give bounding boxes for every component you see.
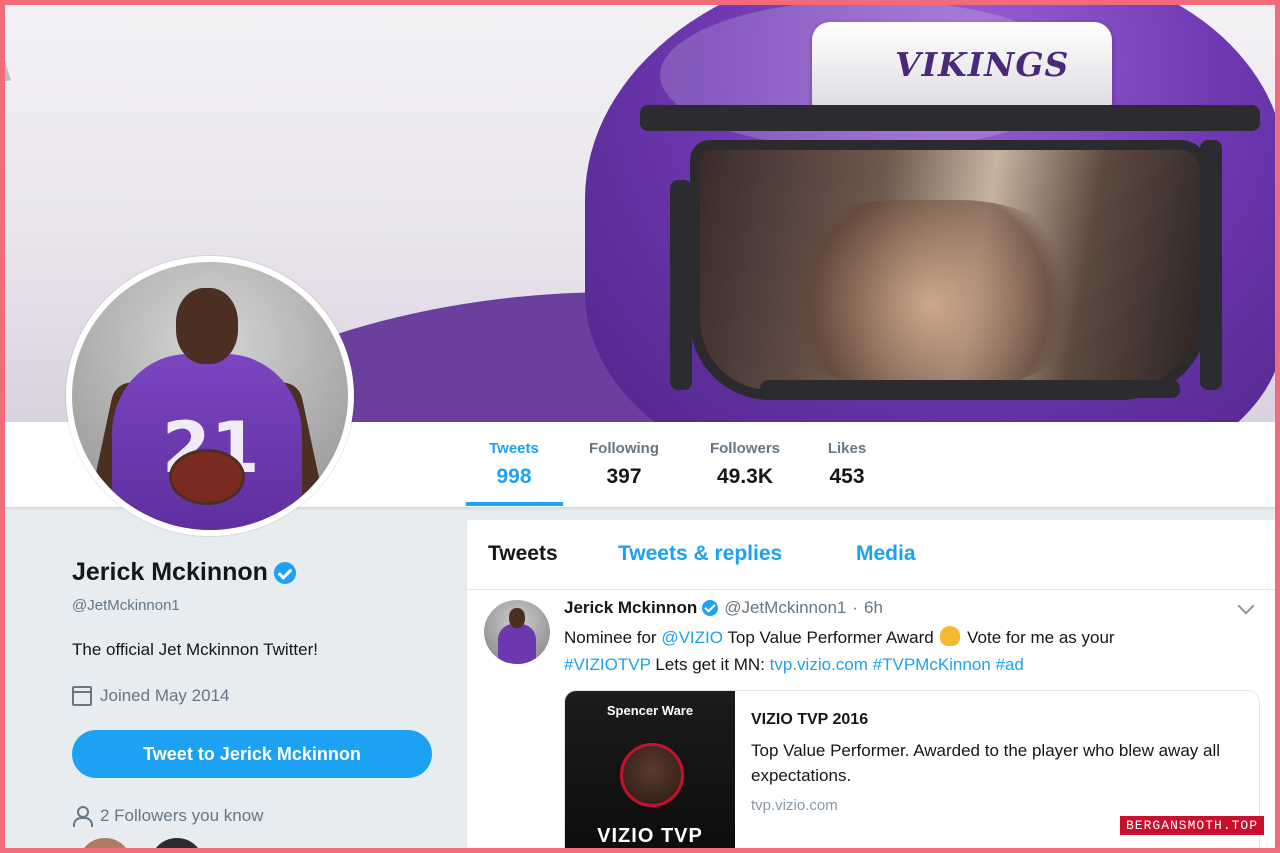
tweet-avatar[interactable] — [484, 600, 550, 664]
tweet-avatar-jersey — [498, 624, 536, 664]
stat-likes[interactable]: Likes 453 — [818, 440, 876, 489]
stat-label: Tweets — [489, 440, 539, 457]
tweet-hashtag-link[interactable]: #ad — [996, 655, 1024, 674]
tab-media[interactable]: Media — [856, 542, 916, 566]
helmet-logo-text: VIKINGS — [895, 45, 1070, 84]
tweet-url-link[interactable]: tvp.vizio.com — [770, 655, 868, 674]
stat-tweets[interactable]: Tweets 998 — [476, 440, 552, 489]
tab-tweets-replies[interactable]: Tweets & replies — [618, 542, 782, 566]
profile-bio: The official Jet Mckinnon Twitter! — [72, 640, 318, 659]
tweet-text-segment: Top Value Performer Award — [722, 628, 939, 647]
stat-followers[interactable]: Followers 49.3K — [700, 440, 790, 489]
tweet-text-segment: Lets get it MN: — [650, 655, 770, 674]
facemask-bar — [640, 105, 1260, 131]
facemask-bar — [670, 180, 692, 390]
clap-emoji-icon — [940, 626, 961, 646]
stat-value: 49.3K — [716, 465, 774, 488]
calendar-icon — [72, 686, 92, 706]
card-image-name: Spencer Ware — [606, 703, 694, 718]
tweet-text: Nominee for @VIZIO Top Value Performer A… — [564, 624, 1254, 678]
card-description: Top Value Performer. Awarded to the play… — [751, 741, 1221, 785]
profile-joined: Joined May 2014 — [72, 686, 229, 706]
person-icon — [72, 806, 93, 827]
visor-face-reflection — [780, 200, 1080, 390]
followers-you-know-label: 2 Followers you know — [100, 806, 264, 825]
profile-name-row: Jerick Mckinnon — [72, 558, 296, 587]
card-image-portrait — [620, 743, 684, 807]
tab-tweets[interactable]: Tweets — [488, 542, 558, 566]
joined-date: Joined May 2014 — [100, 686, 230, 705]
card-title: VIZIO TVP 2016 — [751, 711, 869, 728]
follower-avatar[interactable] — [150, 838, 204, 853]
stat-value: 397 — [606, 465, 642, 488]
stat-value: 453 — [829, 465, 865, 488]
avatar-head — [176, 288, 238, 364]
tweet-author-name[interactable]: Jerick Mckinnon — [564, 598, 697, 618]
tweet-header: Jerick Mckinnon @JetMckinnon1 · 6h — [564, 598, 883, 618]
tweet-avatar-head — [509, 608, 525, 628]
active-stat-underline — [466, 502, 563, 506]
tweet-hashtag-link[interactable]: #TVPMcKinnon — [873, 655, 991, 674]
tweet-to-button[interactable]: Tweet to Jerick Mckinnon — [72, 730, 432, 778]
tweet-mention-link[interactable]: @VIZIO — [661, 628, 723, 647]
tweet-hashtag-link[interactable]: #VIZIOTVP — [564, 655, 651, 674]
verified-badge-icon — [273, 561, 296, 584]
tweet-text-segment: Nominee for — [564, 628, 662, 647]
avatar-football — [172, 452, 242, 502]
tweet-separator: · — [852, 598, 859, 617]
profile-display-name: Jerick Mckinnon — [72, 558, 268, 586]
tweet-author-handle[interactable]: @JetMckinnon1 — [724, 598, 846, 618]
facemask-bar — [1200, 140, 1222, 390]
tweet-timestamp[interactable]: 6h — [864, 598, 883, 618]
verified-badge-icon — [702, 600, 719, 616]
card-image: Spencer Ware VIZIO TVP — [565, 691, 735, 853]
watermark: BERGANSMOTH.TOP — [1120, 816, 1265, 835]
stat-following[interactable]: Following 397 — [582, 440, 666, 489]
card-image-brand: VIZIO TVP — [597, 825, 703, 847]
facemask-bar — [760, 380, 1180, 398]
card-url: tvp.vizio.com — [751, 797, 838, 814]
followers-you-know[interactable]: 2 Followers you know — [72, 806, 264, 827]
tweet-text-segment: Vote for me as your — [962, 628, 1115, 647]
stat-label: Followers — [709, 440, 780, 457]
profile-handle[interactable]: @JetMckinnon1 — [72, 597, 180, 614]
follower-avatar[interactable] — [78, 838, 132, 853]
stat-label: Following — [589, 440, 659, 457]
stat-value: 998 — [496, 465, 532, 488]
stat-label: Likes — [827, 440, 867, 457]
profile-avatar[interactable]: 21 — [66, 256, 354, 536]
